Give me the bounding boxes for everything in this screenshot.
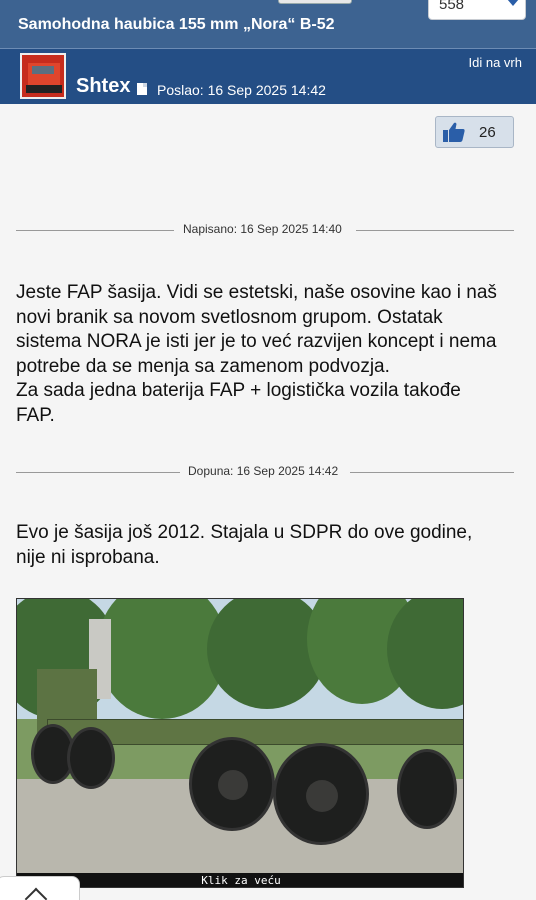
chevron-down-icon [507,0,519,6]
addition-timestamp: Dopuna: 16 Sep 2025 14:42 [188,464,339,478]
paragraph-line: Za sada jedna baterija FAP + logistička … [16,380,461,402]
truck-chassis-photo[interactable]: Klik za veću [16,598,464,888]
post-paragraph-1: Jeste FAP šasija. Vidi se estetski, naše… [16,281,522,429]
thumbs-up-icon [443,122,465,142]
paragraph-line: nije ni isprobana. [16,546,160,568]
author-name[interactable]: Shtex [76,75,130,98]
paragraph-line: novi branik sa novom svetlosnom grupom. … [16,306,443,328]
post-author-bar: Shtex Poslao: 16 Sep 2025 14:42 Idi na v… [0,48,536,104]
like-button[interactable]: 26 [435,116,514,148]
page-select[interactable]: 558 [428,0,526,20]
thread-title[interactable]: Samohodna haubica 155 mm „Nora“ B-52 [18,16,335,34]
image-caption[interactable]: Klik za veću [17,873,463,887]
avatar[interactable] [20,53,66,99]
post-paragraph-2: Evo je šasija još 2012. Stajala u SDPR d… [16,521,522,570]
paragraph-line: Jeste FAP šasija. Vidi se estetski, naše… [16,282,497,303]
post-timestamp: Poslao: 16 Sep 2025 14:42 [157,82,326,98]
paragraph-line: sistema NORA je isti jer je to već razvi… [16,331,497,353]
like-count: 26 [479,124,496,141]
paragraph-line: potrebe da se menja sa zamenom podvozja. [16,355,390,377]
written-timestamp: Napisano: 16 Sep 2025 14:40 [183,222,342,236]
chevron-up-icon [24,887,48,900]
back-to-top-link[interactable]: Idi na vrh [469,55,522,70]
collapse-tab[interactable] [0,876,80,900]
addition-separator: Dopuna: 16 Sep 2025 14:42 [16,464,514,480]
thread-header: 558 Samohodna haubica 155 mm „Nora“ B-52 [0,0,536,48]
post-document-icon[interactable] [137,83,147,95]
written-separator: Napisano: 16 Sep 2025 14:40 [16,222,514,238]
paragraph-line: FAP. [16,404,55,426]
jump-select[interactable] [278,0,352,4]
page-select-value: 558 [439,0,465,13]
paragraph-line: Evo je šasija još 2012. Stajala u SDPR d… [16,522,473,543]
